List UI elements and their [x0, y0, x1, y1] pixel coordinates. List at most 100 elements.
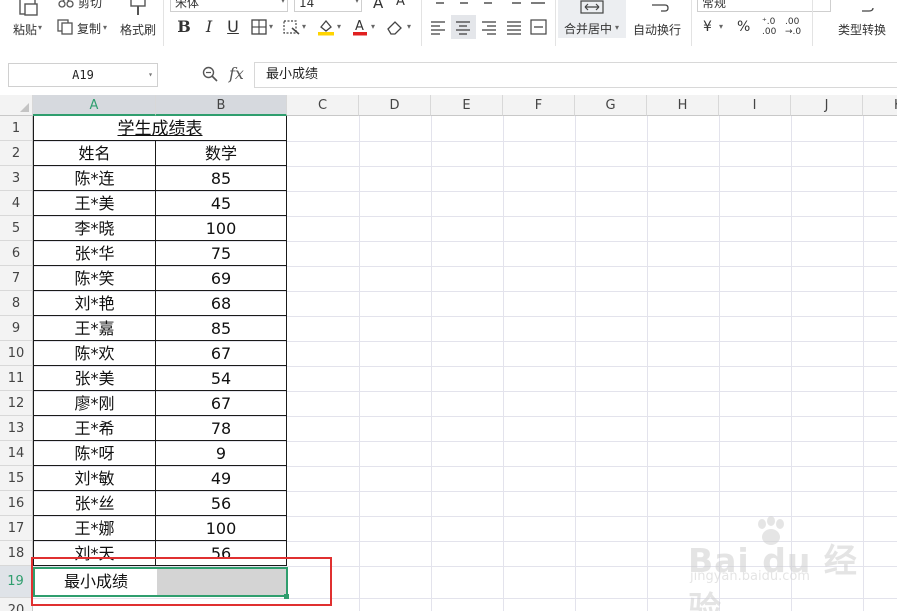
currency-button[interactable]: ¥ [703, 19, 712, 35]
score-cell[interactable]: 56 [156, 491, 287, 516]
column-header-b[interactable]: B [156, 95, 287, 116]
row-header-9[interactable]: 9 [0, 316, 33, 341]
row-header-14[interactable]: 14 [0, 441, 33, 466]
column-header-h[interactable]: H [647, 95, 719, 116]
percent-button[interactable]: % [737, 19, 750, 35]
sheet-title[interactable]: 学生成绩表 [33, 116, 287, 141]
score-cell[interactable]: 75 [156, 241, 287, 266]
row-header-4[interactable]: 4 [0, 191, 33, 216]
align-top-icon[interactable] [432, 0, 448, 6]
align-left-icon[interactable] [430, 19, 446, 35]
row-header-2[interactable]: 2 [0, 141, 33, 166]
eraser-icon[interactable] [386, 19, 404, 35]
font-name-select[interactable]: 宋体 [170, 0, 288, 12]
format-painter-icon[interactable] [129, 0, 147, 16]
name-cell[interactable]: 王*希 [33, 416, 156, 441]
eraser-dropdown-icon[interactable]: ▾ [407, 22, 411, 31]
wrap-text-button[interactable]: 自动换行 [633, 21, 681, 38]
align-middle-icon[interactable] [456, 0, 472, 6]
row-header-7[interactable]: 7 [0, 266, 33, 291]
increase-font-icon[interactable]: A [373, 0, 383, 12]
border-dropdown-icon[interactable]: ▾ [269, 22, 273, 31]
column-header-c[interactable]: C [287, 95, 359, 116]
row-header-13[interactable]: 13 [0, 416, 33, 441]
row-header-3[interactable]: 3 [0, 166, 33, 191]
score-cell[interactable]: 67 [156, 391, 287, 416]
row-header-6[interactable]: 6 [0, 241, 33, 266]
name-box-dropdown-icon[interactable]: ▾ [148, 64, 153, 86]
score-cell[interactable]: 100 [156, 516, 287, 541]
column-header-g[interactable]: G [575, 95, 647, 116]
name-cell[interactable]: 张*丝 [33, 491, 156, 516]
score-cell[interactable]: 85 [156, 316, 287, 341]
name-cell[interactable]: 张*美 [33, 366, 156, 391]
cell-style-icon[interactable] [283, 19, 300, 35]
score-cell[interactable]: 67 [156, 341, 287, 366]
merge-dropdown-icon[interactable]: ▾ [615, 23, 619, 32]
name-cell[interactable]: 陈*欢 [33, 341, 156, 366]
score-cell[interactable]: 49 [156, 466, 287, 491]
indent-icon[interactable] [506, 0, 522, 6]
paste-icon[interactable] [17, 0, 39, 16]
distribute-icon[interactable] [530, 19, 547, 35]
border-icon[interactable] [251, 19, 267, 35]
font-size-select[interactable]: 14 [294, 0, 362, 12]
header-score-cell[interactable]: 数学 [156, 141, 287, 166]
name-cell[interactable]: 王*美 [33, 191, 156, 216]
font-color-icon[interactable]: A [352, 18, 368, 36]
row-header-1[interactable]: 1 [0, 116, 33, 141]
justify-icon[interactable] [506, 19, 522, 35]
row-header-10[interactable]: 10 [0, 341, 33, 366]
font-size-dropdown-icon[interactable]: ▾ [355, 0, 359, 5]
column-header-d[interactable]: D [359, 95, 431, 116]
row-header-12[interactable]: 12 [0, 391, 33, 416]
paste-button[interactable]: 粘贴 [13, 21, 37, 38]
name-cell[interactable]: 陈*笑 [33, 266, 156, 291]
formula-input[interactable]: 最小成绩 [254, 62, 897, 88]
zoom-icon[interactable] [202, 66, 218, 82]
row-header-5[interactable]: 5 [0, 216, 33, 241]
name-box[interactable]: A19 ▾ [8, 63, 158, 87]
currency-dropdown-icon[interactable]: ▾ [719, 22, 723, 31]
font-color-dropdown-icon[interactable]: ▾ [371, 22, 375, 31]
orientation-icon[interactable] [530, 0, 546, 6]
font-name-dropdown-icon[interactable]: ▾ [281, 0, 285, 5]
align-center-button[interactable] [451, 15, 476, 39]
row-header-11[interactable]: 11 [0, 366, 33, 391]
column-header-a[interactable]: A [33, 95, 156, 116]
column-header-f[interactable]: F [503, 95, 575, 116]
number-format-select[interactable]: 常规 [697, 0, 831, 12]
name-cell[interactable]: 陈*连 [33, 166, 156, 191]
row-header-8[interactable]: 8 [0, 291, 33, 316]
column-header-e[interactable]: E [431, 95, 503, 116]
column-header-k[interactable]: K [863, 95, 897, 116]
name-cell[interactable]: 刘*敏 [33, 466, 156, 491]
header-name-cell[interactable]: 姓名 [33, 141, 156, 166]
name-cell[interactable]: 廖*刚 [33, 391, 156, 416]
score-cell[interactable]: 54 [156, 366, 287, 391]
name-cell[interactable]: 李*晓 [33, 216, 156, 241]
score-cell[interactable]: 68 [156, 291, 287, 316]
row-header-18[interactable]: 18 [0, 541, 33, 566]
underline-button[interactable]: U [223, 16, 243, 38]
fx-button[interactable]: fx [229, 64, 244, 83]
row-header-15[interactable]: 15 [0, 466, 33, 491]
score-cell[interactable]: 85 [156, 166, 287, 191]
italic-button[interactable]: I [199, 16, 219, 38]
format-painter-button[interactable]: 格式刷 [120, 21, 156, 38]
decrease-decimal-icon[interactable]: .00 →.0 [785, 17, 801, 37]
align-right-icon[interactable] [481, 19, 497, 35]
paste-dropdown-icon[interactable]: ▾ [38, 23, 42, 32]
column-header-j[interactable]: J [791, 95, 863, 116]
cut-button[interactable]: 剪切 [78, 0, 102, 11]
type-convert-button[interactable]: 类型转换 [838, 21, 886, 38]
score-cell[interactable]: 45 [156, 191, 287, 216]
name-cell[interactable]: 陈*呀 [33, 441, 156, 466]
score-cell[interactable]: 78 [156, 416, 287, 441]
increase-decimal-icon[interactable]: ⁺.0.00 [762, 17, 776, 37]
row-header-19[interactable]: 19 [0, 566, 33, 598]
row-header-16[interactable]: 16 [0, 491, 33, 516]
name-cell[interactable]: 王*娜 [33, 516, 156, 541]
name-cell[interactable]: 刘*艳 [33, 291, 156, 316]
fill-color-icon[interactable] [317, 18, 335, 36]
